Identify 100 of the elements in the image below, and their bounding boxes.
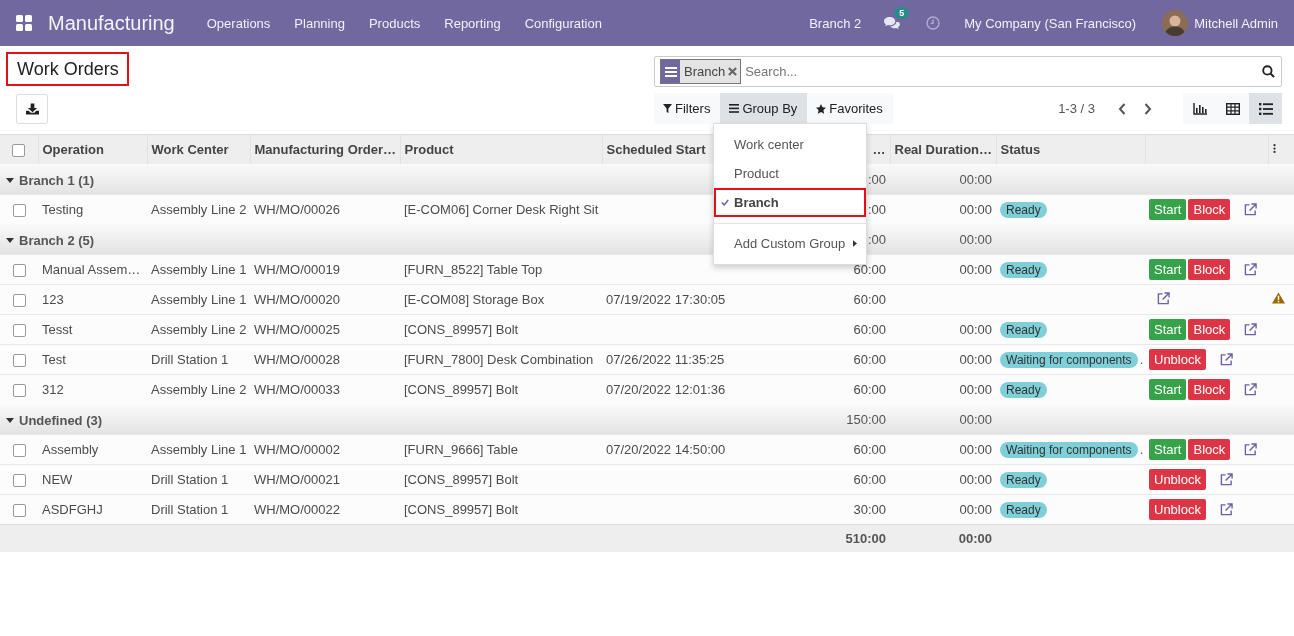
menu-item[interactable]: Products bbox=[356, 15, 433, 31]
company-switcher[interactable]: My Company (San Francisco) bbox=[952, 15, 1149, 31]
column-header[interactable]: Work Center bbox=[147, 134, 250, 164]
search-field[interactable]: Branch Search... bbox=[654, 56, 1282, 87]
action-button[interactable]: Start bbox=[1149, 259, 1187, 280]
action-button[interactable]: Block bbox=[1188, 199, 1231, 220]
chat-icon[interactable] bbox=[883, 15, 901, 31]
action-button[interactable]: Unblock bbox=[1149, 469, 1206, 490]
column-header[interactable]: Manufacturing Order… bbox=[250, 134, 400, 164]
previous-icon[interactable] bbox=[1118, 102, 1126, 115]
action-button[interactable]: Block bbox=[1188, 439, 1231, 460]
table-cell: 60:00 bbox=[853, 442, 886, 457]
action-button[interactable]: Block bbox=[1188, 259, 1231, 280]
action-button[interactable]: Block bbox=[1188, 319, 1231, 340]
status-badge: Ready bbox=[1000, 201, 1047, 218]
menu-item[interactable]: Configuration bbox=[512, 15, 614, 31]
column-header[interactable]: Real Duration… bbox=[890, 134, 996, 164]
external-link-icon[interactable] bbox=[1219, 473, 1233, 486]
table-cell: 07/20/2022 12:01:36 bbox=[606, 382, 726, 397]
table-cell: 00:00 bbox=[959, 382, 992, 397]
external-link-icon[interactable] bbox=[1244, 383, 1258, 396]
menu-item[interactable]: Operations bbox=[194, 15, 283, 31]
external-link-icon[interactable] bbox=[1244, 203, 1258, 216]
external-link-icon[interactable] bbox=[1244, 443, 1258, 456]
external-link-icon[interactable] bbox=[1219, 353, 1233, 366]
menu-option[interactable]: Branch bbox=[714, 188, 866, 217]
select-all-checkbox[interactable] bbox=[12, 144, 26, 158]
row-checkbox[interactable] bbox=[12, 264, 26, 278]
table-cell: WH/MO/00019 bbox=[254, 262, 340, 277]
apps-icon[interactable] bbox=[16, 15, 32, 31]
table-cell: 00:00 bbox=[959, 472, 992, 487]
search-icon[interactable] bbox=[1262, 65, 1275, 78]
table-cell: 07/26/2022 11:35:25 bbox=[606, 352, 725, 367]
filter-toggle[interactable]: Favorites bbox=[807, 93, 893, 124]
user-menu[interactable]: Mitchell Admin bbox=[1188, 15, 1278, 31]
table-cell: Assembly Line 1 bbox=[151, 262, 247, 277]
search-input[interactable]: Search... bbox=[741, 63, 1262, 80]
total-value: 510:00 bbox=[845, 531, 886, 546]
table-cell: Drill Station 1 bbox=[151, 502, 229, 517]
row-checkbox[interactable] bbox=[12, 294, 26, 308]
table-cell: WH/MO/00002 bbox=[254, 442, 340, 457]
menu-item[interactable]: Planning bbox=[282, 15, 357, 31]
row-checkbox[interactable] bbox=[12, 474, 26, 488]
table-cell: 60:00 bbox=[853, 322, 886, 337]
caret-icon bbox=[853, 240, 857, 247]
pager-value[interactable]: 1-3 / 3 bbox=[1058, 101, 1095, 116]
action-button[interactable]: Start bbox=[1149, 439, 1187, 460]
table-cell: 30:00 bbox=[853, 502, 886, 517]
external-link-icon[interactable] bbox=[1244, 323, 1258, 336]
menu-item[interactable]: Reporting bbox=[432, 15, 513, 31]
status-badge: Waiting for components bbox=[1000, 351, 1138, 368]
filter-toggle[interactable]: Group By bbox=[720, 93, 808, 124]
message-count-badge: 5 bbox=[894, 6, 910, 19]
avatar[interactable] bbox=[1162, 10, 1189, 36]
action-button[interactable]: Unblock bbox=[1149, 499, 1206, 520]
action-button[interactable]: Start bbox=[1149, 319, 1187, 340]
download-button[interactable] bbox=[16, 94, 48, 124]
next-icon[interactable] bbox=[1144, 102, 1152, 115]
row-checkbox[interactable] bbox=[12, 444, 26, 458]
table-cell: Assembly bbox=[42, 442, 99, 457]
column-options-icon[interactable] bbox=[1272, 143, 1276, 154]
close-icon[interactable] bbox=[728, 67, 738, 76]
table-cell: Assembly Line 2 bbox=[151, 322, 247, 337]
group-header[interactable]: Undefined (3) bbox=[6, 412, 103, 428]
status-note: . bbox=[1139, 352, 1144, 367]
external-link-icon[interactable] bbox=[1244, 263, 1258, 276]
row-checkbox[interactable] bbox=[12, 504, 26, 518]
filter-toggle[interactable]: Filters bbox=[654, 93, 721, 124]
row-checkbox[interactable] bbox=[12, 204, 26, 218]
column-header[interactable]: Product bbox=[400, 134, 602, 164]
column-header[interactable]: Operation bbox=[38, 134, 147, 164]
external-link-icon[interactable] bbox=[1219, 503, 1233, 516]
group-by-icon bbox=[664, 66, 677, 77]
status-badge: Waiting for components bbox=[1000, 441, 1138, 458]
row-checkbox[interactable] bbox=[12, 354, 26, 368]
table-cell: 60:00 bbox=[853, 352, 886, 367]
table-cell: WH/MO/00028 bbox=[254, 352, 340, 367]
table-cell: 00:00 bbox=[959, 262, 992, 277]
action-button[interactable]: Start bbox=[1149, 379, 1187, 400]
menu-option[interactable]: Add Custom Group bbox=[714, 229, 866, 258]
group-header[interactable]: Branch 2 (5) bbox=[6, 232, 95, 248]
table-cell: 00:00 bbox=[959, 502, 992, 517]
table-cell: Assembly Line 1 bbox=[151, 442, 247, 457]
view-switch[interactable] bbox=[1249, 93, 1282, 124]
table-cell: 07/20/2022 14:50:00 bbox=[606, 442, 726, 457]
external-link-icon[interactable] bbox=[1157, 291, 1170, 305]
table-cell: 07/19/2022 17:30:05 bbox=[606, 292, 726, 307]
column-header[interactable]: Status bbox=[996, 134, 1145, 164]
action-button[interactable]: Block bbox=[1188, 379, 1231, 400]
warning-icon bbox=[1272, 292, 1285, 304]
action-button[interactable]: Start bbox=[1149, 199, 1187, 220]
branch-switcher[interactable]: Branch 2 bbox=[797, 15, 874, 31]
action-button[interactable]: Unblock bbox=[1149, 349, 1206, 370]
table-cell: Test bbox=[42, 352, 66, 367]
table-cell: 312 bbox=[42, 382, 64, 397]
row-checkbox[interactable] bbox=[12, 384, 26, 398]
group-header[interactable]: Branch 1 (1) bbox=[6, 172, 95, 188]
table-cell: [E-COM08] Storage Box bbox=[404, 292, 545, 307]
table-cell: Assembly Line 2 bbox=[151, 202, 247, 217]
row-checkbox[interactable] bbox=[12, 324, 26, 338]
